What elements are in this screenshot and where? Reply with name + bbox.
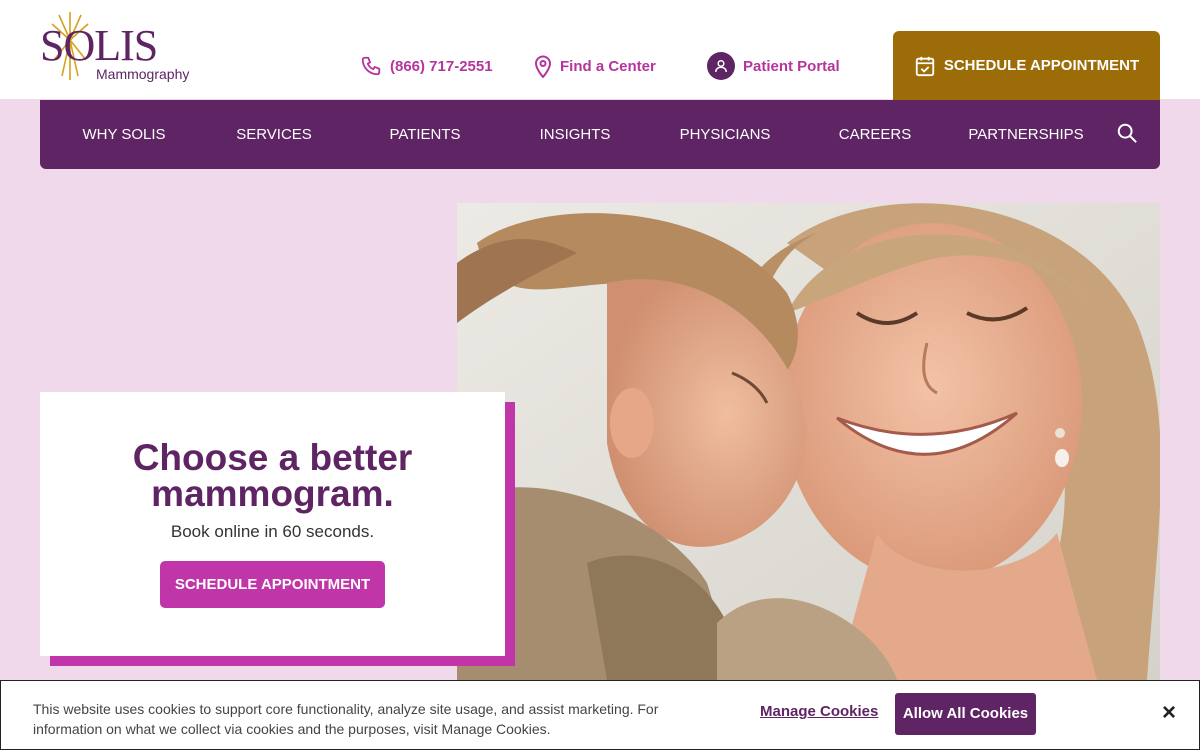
phone-number: (866) 717-2551 [390, 57, 493, 75]
close-icon[interactable]: × [1157, 701, 1181, 725]
manage-cookies-link[interactable]: Manage Cookies [760, 703, 878, 720]
nav-careers[interactable]: CAREERS [825, 100, 925, 169]
schedule-appointment-header-button[interactable]: SCHEDULE APPOINTMENT [893, 31, 1160, 100]
cookie-message: This website uses cookies to support cor… [33, 701, 659, 737]
user-icon [715, 59, 727, 73]
nav-physicians[interactable]: PHYSICIANS [665, 100, 785, 169]
hero-card: Choose a better mammogram. Book online i… [40, 392, 505, 656]
schedule-appointment-hero-button[interactable]: SCHEDULE APPOINTMENT [160, 561, 385, 608]
cookie-banner: This website uses cookies to support cor… [0, 680, 1200, 750]
phone-link[interactable]: (866) 717-2551 [360, 52, 493, 80]
map-pin-icon [534, 55, 552, 78]
main-nav: WHY SOLIS SERVICES PATIENTS INSIGHTS PHY… [40, 100, 1160, 169]
hero-subtitle: Book online in 60 seconds. [170, 522, 375, 541]
find-center-label: Find a Center [560, 57, 656, 75]
patient-portal-link[interactable]: Patient Portal [707, 52, 840, 80]
nav-partnerships[interactable]: PARTNERSHIPS [960, 100, 1092, 169]
hero-photo-illustration [457, 203, 1160, 680]
nav-patients[interactable]: PATIENTS [370, 100, 480, 169]
nav-services[interactable]: SERVICES [220, 100, 328, 169]
schedule-appointment-header-label: SCHEDULE APPOINTMENT [943, 57, 1140, 74]
nav-why-solis[interactable]: WHY SOLIS [68, 100, 180, 169]
search-icon[interactable] [1116, 122, 1138, 144]
nav-insights[interactable]: INSIGHTS [520, 100, 630, 169]
solis-logo[interactable]: SOLIS Mammography [38, 10, 208, 86]
patient-portal-label: Patient Portal [743, 57, 840, 75]
logo-subtitle: Mammography [96, 66, 190, 82]
calendar-check-icon [915, 56, 935, 76]
find-center-link[interactable]: Find a Center [534, 52, 656, 80]
site-header: SOLIS Mammography (866) 717-2551 Find a … [0, 0, 1200, 100]
allow-all-cookies-button[interactable]: Allow All Cookies [895, 693, 1036, 735]
hero-photo [457, 203, 1160, 680]
logo-wordmark: SOLIS [40, 21, 158, 70]
phone-icon [361, 56, 381, 76]
hero-title: Choose a better mammogram. [132, 437, 413, 514]
portal-avatar [707, 52, 735, 80]
